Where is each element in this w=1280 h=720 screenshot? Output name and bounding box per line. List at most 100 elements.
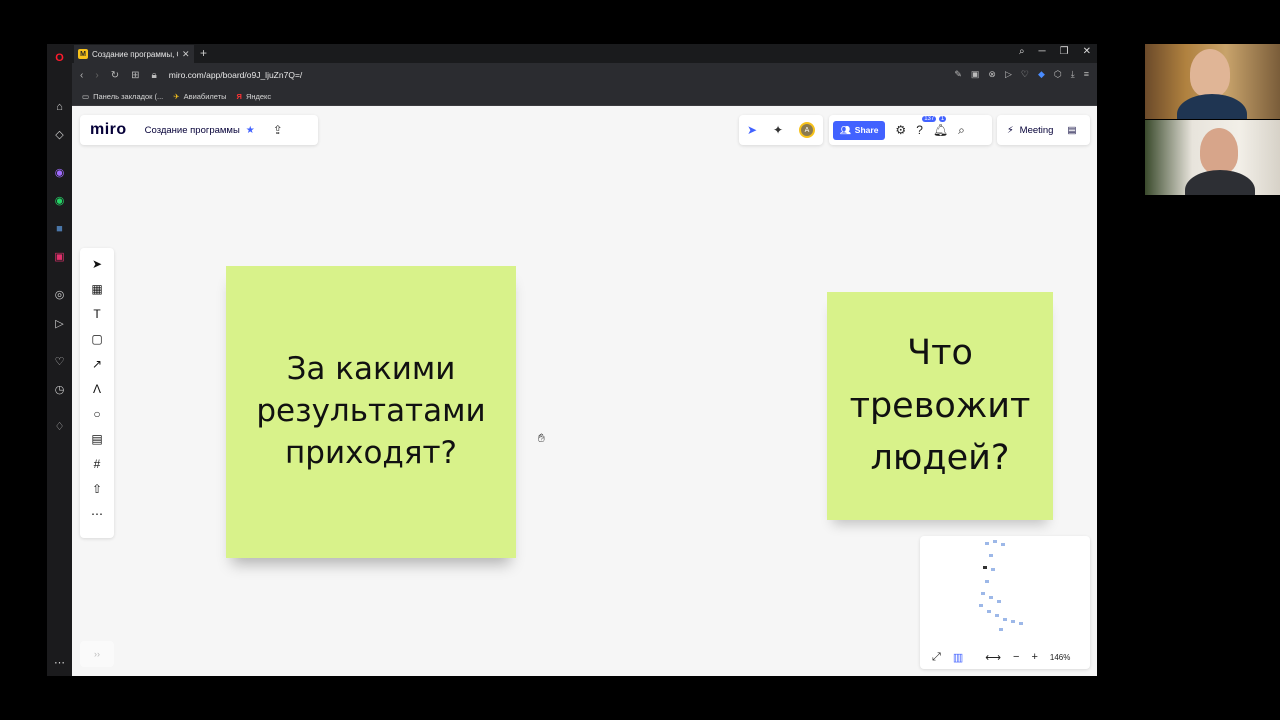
- meeting-panel: ⚡︎ Meeting ▤: [997, 115, 1090, 145]
- miro-board-canvas[interactable]: miro Создание программы ★ ⇪ ➤ ✦ А 👥︎ Sha…: [72, 106, 1097, 676]
- fullscreen-icon[interactable]: ⤢: [932, 651, 941, 664]
- bookmark-label: Яндекс: [245, 91, 272, 101]
- heart-icon[interactable]: ♡: [1021, 69, 1029, 80]
- participant-face: [1200, 128, 1238, 174]
- connector-icon[interactable]: ↗: [89, 356, 105, 372]
- collaboration-tools: ➤ ✦ А: [739, 115, 823, 145]
- miro-favicon-icon: M: [78, 49, 88, 59]
- notifications-badge: 1: [938, 116, 947, 122]
- zoom-level[interactable]: 146%: [1050, 653, 1070, 662]
- expand-panel-button[interactable]: ››: [80, 641, 114, 667]
- bell-icon[interactable]: 🔔︎ 1: [933, 116, 948, 137]
- help-icon[interactable]: ? 137: [916, 116, 937, 137]
- zoom-controls: ⤢ ▥ ⟷ − + 146%: [920, 645, 1090, 669]
- vk-icon[interactable]: ■: [52, 221, 67, 236]
- plane-icon: ✈: [173, 91, 180, 101]
- tab-title: Создание программы, Он: [92, 49, 178, 59]
- bookmark-folder[interactable]: ▭ Панель закладок (...: [82, 92, 163, 101]
- frame-icon[interactable]: #: [89, 456, 105, 472]
- flow-icon[interactable]: ▷: [52, 316, 67, 331]
- url-field[interactable]: miro.com/app/board/o9J_ljuZn7Q=/: [169, 70, 302, 80]
- instagram-icon[interactable]: ▣: [52, 249, 67, 264]
- opera-logo-icon[interactable]: O: [52, 50, 67, 65]
- new-tab-icon[interactable]: +: [200, 46, 207, 60]
- upload-icon[interactable]: ⇧: [89, 481, 105, 497]
- restore-icon[interactable]: ❐: [1060, 46, 1069, 57]
- forward-icon[interactable]: ›: [95, 70, 98, 81]
- download-icon[interactable]: ⤓: [1071, 69, 1075, 80]
- meeting-button[interactable]: Meeting: [1020, 125, 1054, 136]
- map-icon[interactable]: ▥: [953, 651, 963, 664]
- sticky-note[interactable]: Что тревожит людей?: [827, 292, 1053, 520]
- extension-icon[interactable]: ◆: [1038, 69, 1045, 80]
- star-icon[interactable]: ★: [246, 125, 255, 136]
- text-icon[interactable]: T: [89, 306, 105, 322]
- home-icon[interactable]: ⌂: [52, 99, 67, 114]
- minimap[interactable]: ⤢ ▥ ⟷ − + 146%: [920, 536, 1090, 669]
- more-icon[interactable]: ⋯: [89, 506, 105, 522]
- cursor-toggle-icon[interactable]: ➤: [747, 123, 757, 137]
- sticky-note-text: За какими результатами приходят?: [256, 351, 486, 471]
- close-window-icon[interactable]: ✕: [1083, 46, 1091, 57]
- folder-icon: ▭: [82, 91, 90, 101]
- participant-body: [1177, 94, 1247, 119]
- history-icon[interactable]: ◷: [52, 382, 67, 397]
- menu-icon[interactable]: ≡: [1084, 69, 1089, 80]
- pen-icon[interactable]: Λ: [89, 381, 105, 397]
- minimap-preview: [975, 540, 1035, 635]
- export-icon[interactable]: ⇪: [273, 123, 283, 137]
- camera-icon[interactable]: ▣: [971, 69, 980, 80]
- help-badge: 137: [922, 116, 937, 122]
- select-icon[interactable]: ➤: [89, 256, 105, 272]
- tabs-grid-icon[interactable]: ⊞: [131, 70, 139, 81]
- messenger-icon[interactable]: ◉: [52, 165, 67, 180]
- address-bar: ‹ › ↻ ⊞ 🔒︎ miro.com/app/board/o9J_ljuZn7…: [72, 63, 1097, 87]
- notes-icon[interactable]: ▤: [1067, 125, 1076, 136]
- back-icon[interactable]: ‹: [80, 70, 83, 81]
- player-icon[interactable]: ◎: [52, 287, 67, 302]
- browser-window: O ⌂ ◇ ◉ ◉ ■ ▣ ◎ ▷ ♡ ◷ ♢ ⋯ M Создание про…: [47, 44, 1097, 676]
- adblock-icon[interactable]: ⊗: [988, 69, 996, 80]
- zoom-in-icon[interactable]: +: [1031, 651, 1037, 663]
- search-icon[interactable]: ⌕: [958, 123, 965, 138]
- reload-icon[interactable]: ↻: [111, 70, 119, 81]
- opera-sidebar: O ⌂ ◇ ◉ ◉ ■ ▣ ◎ ▷ ♡ ◷ ♢ ⋯: [47, 44, 72, 676]
- hand-cursor-icon: ✋︎: [538, 431, 545, 445]
- window-controls: ⌕ ─ ❐ ✕: [1019, 46, 1091, 57]
- speed-dial-icon[interactable]: ◇: [52, 127, 67, 142]
- comment-icon[interactable]: ▤: [89, 431, 105, 447]
- more-icon[interactable]: ⋯: [52, 655, 67, 670]
- tab-active[interactable]: M Создание программы, Он ✕: [74, 45, 194, 63]
- zoom-out-icon[interactable]: −: [1013, 651, 1019, 663]
- creation-toolbar: ➤ ▦ T ▢ ↗ Λ ○ ▤ # ⇧ ⋯: [80, 248, 114, 538]
- settings-sliders-icon[interactable]: ⚙: [895, 123, 906, 137]
- yandex-icon: Я: [236, 91, 242, 101]
- cube-icon[interactable]: ⬡: [1054, 69, 1062, 80]
- edit-icon[interactable]: ✎: [954, 69, 962, 80]
- participant-face: [1190, 49, 1230, 97]
- favorites-icon[interactable]: ♡: [52, 354, 67, 369]
- whatsapp-icon[interactable]: ◉: [52, 193, 67, 208]
- pinboard-icon[interactable]: ♢: [52, 419, 67, 434]
- share-button[interactable]: 👥︎ Share: [833, 120, 886, 140]
- shape-icon[interactable]: ○: [89, 406, 105, 422]
- share-panel: 👥︎ Share ⚙ ? 137 🔔︎ 1 ⌕: [829, 115, 992, 145]
- play-icon[interactable]: ▷: [1005, 69, 1012, 80]
- sticky-note-icon[interactable]: ▢: [89, 331, 105, 347]
- tab-bar: M Создание программы, Он ✕ + ⌕ ─ ❐ ✕: [72, 44, 1097, 63]
- bookmark-flights[interactable]: ✈ Авиабилеты: [173, 92, 226, 101]
- search-icon[interactable]: ⌕: [1019, 46, 1025, 57]
- users-icon: 👥︎: [840, 124, 851, 135]
- miro-logo[interactable]: miro: [90, 121, 127, 139]
- bookmark-yandex[interactable]: Я Яндекс: [237, 92, 272, 101]
- avatar[interactable]: А: [799, 122, 815, 138]
- sticky-note[interactable]: За какими результатами приходят?: [226, 266, 516, 558]
- reactions-icon[interactable]: ✦: [773, 123, 783, 137]
- minimize-icon[interactable]: ─: [1039, 46, 1046, 57]
- close-icon[interactable]: ✕: [182, 49, 194, 60]
- address-actions: ✎ ▣ ⊗ ▷ ♡ ◆ ⬡ ⤓ ≡: [954, 69, 1089, 80]
- templates-icon[interactable]: ▦: [89, 281, 105, 297]
- webcam-tile: [1145, 120, 1280, 195]
- fit-width-icon[interactable]: ⟷: [985, 651, 1001, 664]
- board-name[interactable]: Создание программы: [145, 125, 240, 136]
